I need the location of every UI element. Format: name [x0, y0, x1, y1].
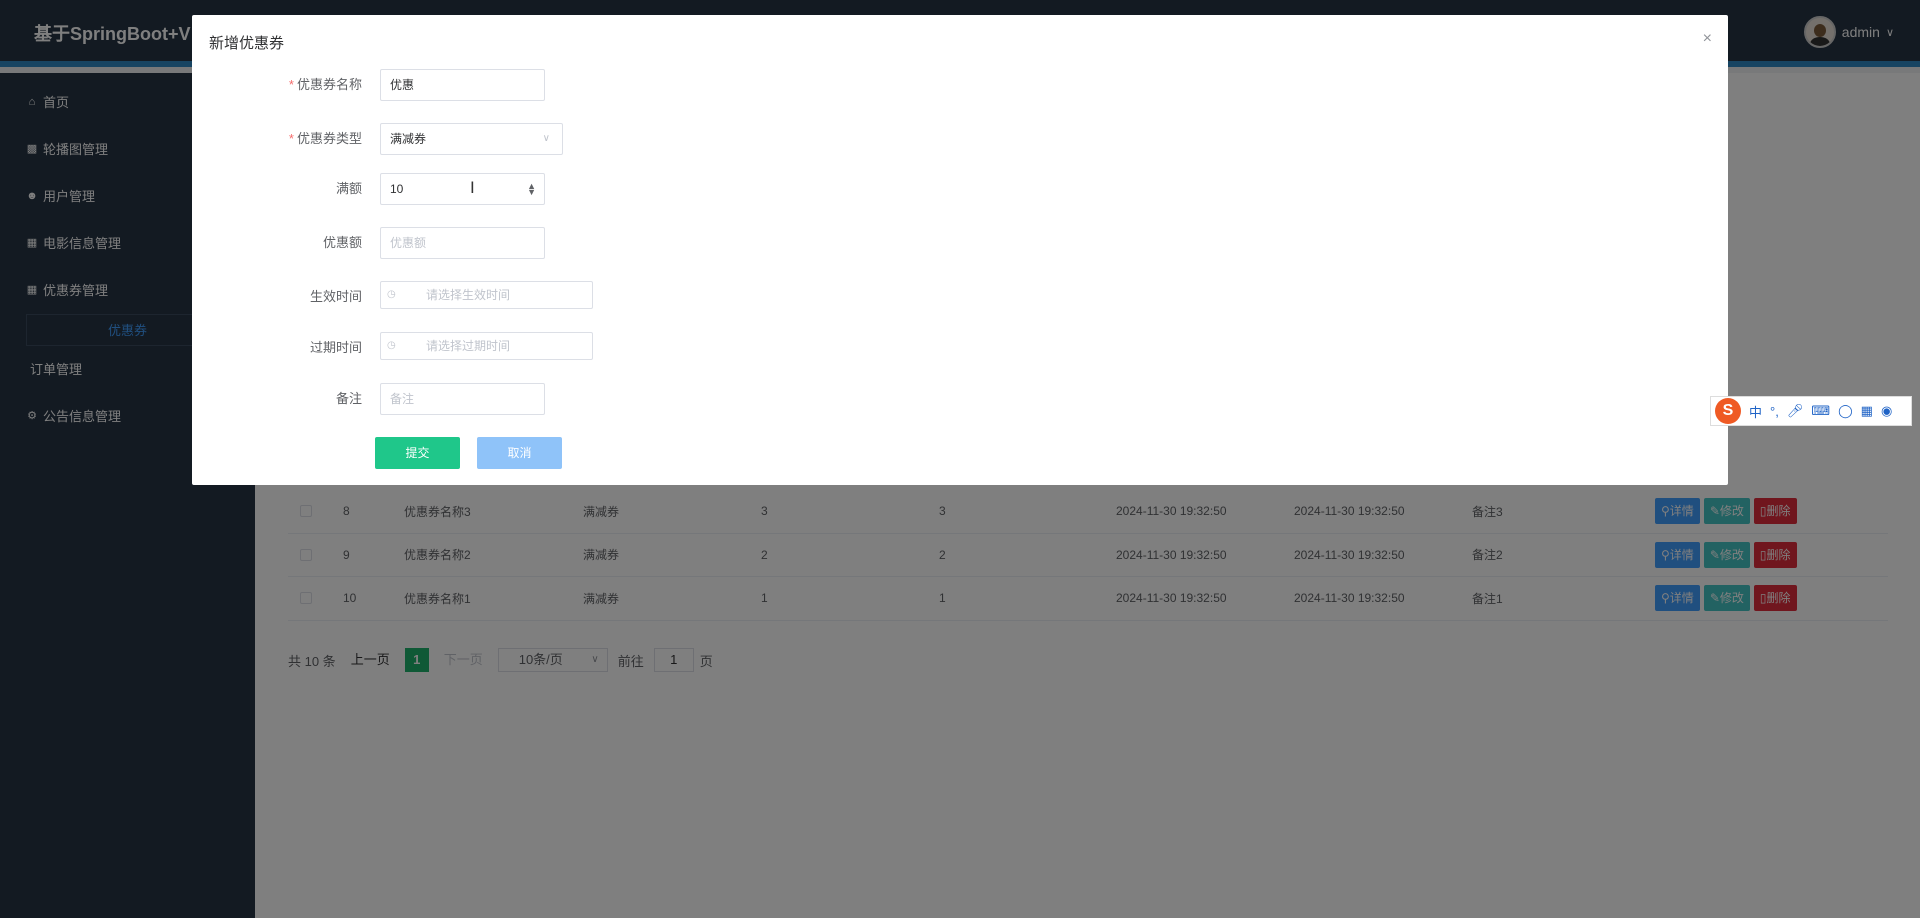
remark-label: 备注: [335, 391, 362, 406]
form-row-start: 生效时间 ◷ 请选择生效时间: [192, 281, 992, 313]
name-label: * 优惠券名称: [288, 77, 362, 92]
form-row-type: * 优惠券类型 满减券: [192, 123, 992, 155]
start-label: 生效时间: [309, 289, 362, 304]
end-label: 过期时间: [309, 340, 362, 355]
discount-label: 优惠额: [322, 235, 362, 250]
discount-input[interactable]: 优惠额: [380, 227, 545, 259]
text-cursor-icon: I: [470, 178, 475, 197]
end-time-picker[interactable]: ◷ 请选择过期时间: [380, 332, 593, 360]
skin-icon[interactable]: ◯: [1838, 403, 1853, 419]
close-icon[interactable]: ×: [1703, 30, 1712, 48]
dialog-title: 新增优惠券: [209, 35, 285, 52]
form-row-remark: 备注 备注: [192, 383, 992, 415]
add-coupon-dialog: 新增优惠券 × *优惠券名称 优惠 *优惠券类型 满减券 满额 10 ▲▼ I …: [192, 15, 1728, 485]
start-time-placeholder: 请选择生效时间: [426, 288, 511, 302]
start-time-picker[interactable]: ◷ 请选择生效时间: [380, 281, 593, 309]
form-row-discount: 优惠额 优惠额: [192, 227, 992, 259]
form-row-end: 过期时间 ◷ 请选择过期时间: [192, 332, 992, 364]
apps-icon[interactable]: ▦: [1861, 403, 1873, 419]
end-time-placeholder: 请选择过期时间: [426, 339, 511, 353]
cancel-button[interactable]: 取消: [477, 437, 562, 469]
remark-input[interactable]: 备注: [380, 383, 545, 415]
form-row-name: * 优惠券名称 优惠: [192, 69, 992, 101]
form-row-full: 满额 10 ▲ ▼ I: [192, 173, 992, 205]
full-amount-value: 10: [390, 182, 404, 196]
punctuation-icon[interactable]: °,: [1770, 404, 1779, 419]
coupon-name-input[interactable]: 优惠: [380, 69, 545, 101]
type-label: * 优惠券类型: [288, 131, 362, 146]
settings-icon[interactable]: ◉: [1881, 403, 1892, 419]
keyboard-icon[interactable]: ⌨: [1811, 403, 1830, 419]
stepper-icon[interactable]: ▲ ▼: [527, 182, 536, 197]
clock-icon: ◷: [387, 289, 396, 300]
full-amount-input[interactable]: 10 ▲ ▼: [380, 173, 545, 205]
sogou-logo-icon[interactable]: S: [1715, 398, 1741, 424]
microphone-icon[interactable]: 🎤︎: [1787, 403, 1804, 419]
coupon-type-select[interactable]: 满减券: [380, 123, 563, 155]
clock-icon: ◷: [387, 340, 396, 351]
submit-button[interactable]: 提交: [375, 437, 460, 469]
ime-mode-toggle[interactable]: 中: [1749, 402, 1762, 421]
full-label: 满额: [335, 181, 362, 196]
ime-toolbar: S 中 °, 🎤︎ ⌨ ◯ ▦ ◉: [1710, 396, 1912, 426]
